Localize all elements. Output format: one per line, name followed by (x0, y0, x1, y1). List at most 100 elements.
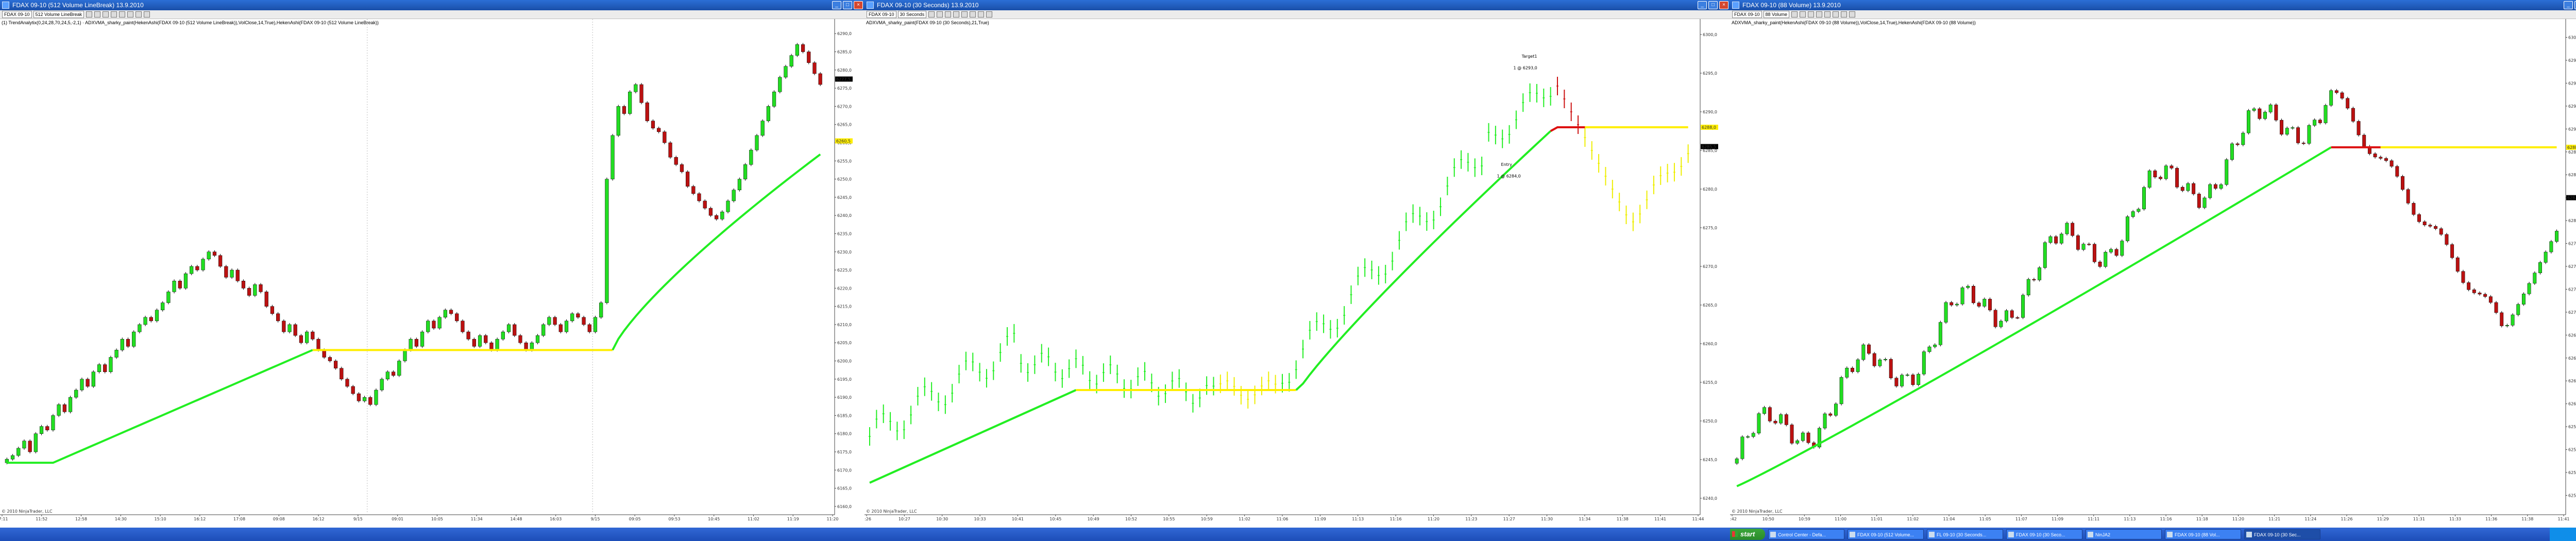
properties-icon[interactable] (144, 11, 150, 18)
ma-line-down (1550, 126, 1585, 132)
properties-icon[interactable] (1849, 11, 1856, 18)
y-tick-label: 6262,5 (2568, 379, 2576, 383)
candle-body (2258, 108, 2262, 119)
candle-body (2054, 236, 2058, 244)
properties-icon[interactable] (986, 11, 993, 18)
candle-body (1960, 288, 1964, 305)
taskbar-item[interactable]: NinJA2 (2086, 529, 2162, 539)
strategy-icon[interactable] (119, 11, 126, 18)
y-tick-label: 6265,0 (837, 123, 852, 127)
period-selector[interactable]: 88 Volume (1763, 11, 1790, 18)
price-chart[interactable]: 6300,06295,06290,06285,06280,06275,06270… (865, 19, 1730, 528)
taskbar-item[interactable]: FDAX 09-10 (512 Volume... (1848, 529, 1924, 539)
window-titlebar[interactable]: FDAX 09-10 (30 Seconds) 13.9.2010 _ □ × (865, 0, 1730, 10)
window-title: FDAX 09-10 (30 Seconds) 13.9.2010 (877, 2, 979, 9)
indicator-icon[interactable] (953, 11, 960, 18)
x-tick-label: 11:18 (2196, 517, 2208, 521)
candle-body (2120, 241, 2124, 256)
candle-body (311, 331, 315, 340)
candle-body (1751, 433, 1755, 437)
last-price-tag: 6282,5 (2567, 196, 2576, 200)
crosshair-icon[interactable] (135, 11, 142, 18)
zoom-in-icon[interactable] (928, 11, 935, 18)
zoom-out-icon[interactable] (1800, 11, 1806, 18)
price-chart[interactable]: 6290,0 6285,0 6280,0 6275,0 6270,0 6265,0 6260… (0, 19, 865, 528)
taskbar-item[interactable]: FDAX 09-10 (30 Sec... (2244, 529, 2320, 539)
minimize-button[interactable]: _ (832, 1, 841, 9)
indicator-icon[interactable] (1816, 11, 1823, 18)
drawing-tool-icon[interactable] (1833, 11, 1839, 18)
indicator-icon[interactable] (111, 11, 117, 18)
candle-body (2010, 310, 2014, 318)
maximize-button[interactable]: □ (843, 1, 852, 9)
x-tick-label: 10:59 (1201, 517, 1213, 521)
x-tick-label: 11:24 (2304, 517, 2316, 521)
candle-body (455, 313, 459, 322)
zoom-in-icon[interactable] (1791, 11, 1798, 18)
candle-body (351, 386, 355, 394)
y-tick-label: 6267,5 (2568, 333, 2576, 337)
taskbar-item[interactable]: FDAX 09-10 (88 Vol... (2165, 529, 2241, 539)
instrument-selector[interactable]: FDAX 09-10 (1732, 11, 1762, 18)
y-tick-label: 6285,0 (2568, 173, 2576, 177)
close-button[interactable]: × (1719, 1, 1728, 9)
candle-body (241, 280, 246, 289)
candle-body (109, 357, 113, 372)
strategy-icon[interactable] (961, 11, 968, 18)
candle-body (1790, 425, 1794, 444)
x-tick-label: 12:58 (75, 517, 87, 521)
window-titlebar[interactable]: FDAX 09-10 (512 Volume LineBreak) 13.9.2… (0, 0, 865, 10)
taskbar-item[interactable]: Control Center - Defa... (1768, 529, 1844, 539)
candle-body (2483, 294, 2487, 297)
drawing-tool-icon[interactable] (970, 11, 976, 18)
candle-body (2065, 223, 2069, 234)
price-chart[interactable]: 6300,0 6297,5 6295,0 6292,5 6290,0 6287,5 6285… (1730, 19, 2576, 528)
taskbar-item-label: FDAX 09-10 (30 Seco... (2016, 532, 2065, 537)
y-tick-label: 6240,0 (1703, 496, 1717, 501)
minimize-button[interactable]: _ (2564, 1, 2573, 9)
minimize-button[interactable]: _ (1698, 1, 1707, 9)
candle-body (472, 339, 476, 347)
candle-body (2296, 127, 2300, 143)
candle-body (2274, 105, 2278, 121)
instrument-selector[interactable]: FDAX 09-10 (867, 11, 896, 18)
maximize-button[interactable]: □ (1708, 1, 1718, 9)
bar-type-icon[interactable] (945, 11, 952, 18)
candle-body (535, 335, 540, 343)
taskbar-item[interactable]: FL 09-10 (30 Seconds... (1927, 529, 2003, 539)
zoom-out-icon[interactable] (937, 11, 943, 18)
instrument-selector[interactable]: FDAX 09-10 (2, 11, 32, 18)
candle-body (293, 324, 297, 336)
close-button[interactable]: × (854, 1, 863, 9)
crosshair-icon[interactable] (1841, 11, 1848, 18)
candle-body (385, 371, 389, 380)
window-titlebar[interactable]: FDAX 09-10 (88 Volume) 13.9.2010 _ □ × (1730, 0, 2576, 10)
taskbar-item[interactable]: FDAX 09-10 (30 Seco... (2006, 529, 2082, 539)
period-selector[interactable]: 512 Volume LineBreak (33, 11, 84, 18)
y-tick-label: 6200,0 (837, 359, 852, 364)
candle-body (1988, 299, 1992, 311)
y-tick-label: 6285,0 (837, 50, 852, 55)
candle-body (2555, 231, 2558, 242)
period-selector[interactable]: 30 Seconds (897, 11, 927, 18)
y-tick-label: 6250,0 (837, 177, 852, 182)
candle-body (2538, 262, 2542, 273)
bar-type-icon[interactable] (103, 11, 109, 18)
candle-body (2373, 154, 2377, 158)
candle-body (634, 84, 638, 92)
y-tick-label: 6255,0 (837, 159, 852, 163)
bar-type-icon[interactable] (1808, 11, 1815, 18)
crosshair-icon[interactable] (978, 11, 985, 18)
start-button[interactable]: start (1730, 529, 1765, 540)
candle-body (784, 66, 788, 78)
strategy-icon[interactable] (1824, 11, 1831, 18)
candle-body (2307, 125, 2311, 144)
candle-body (703, 200, 707, 209)
candle-body (2500, 312, 2504, 326)
candle-body (391, 371, 396, 376)
drawing-tool-icon[interactable] (127, 11, 134, 18)
candle-body (2180, 187, 2184, 191)
zoom-out-icon[interactable] (94, 11, 101, 18)
zoom-in-icon[interactable] (86, 11, 93, 18)
candle-body (247, 288, 251, 296)
